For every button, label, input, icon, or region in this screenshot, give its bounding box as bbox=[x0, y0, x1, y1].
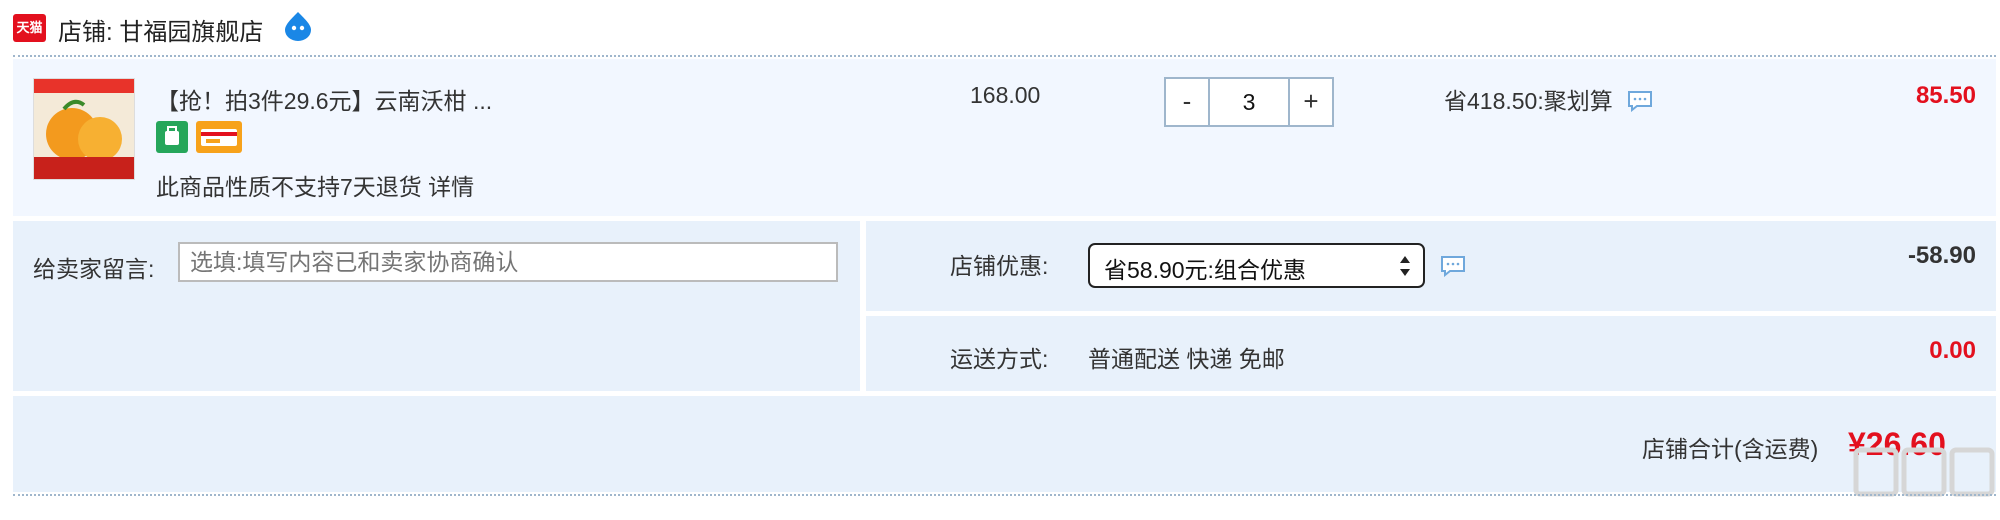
tmall-logo: 天猫 bbox=[13, 14, 46, 42]
quantity-stepper[interactable]: - 3 + bbox=[1164, 77, 1334, 127]
shop-total-label: 店铺合计(含运费) bbox=[1642, 436, 1819, 462]
shop-discount-label: 店铺优惠: bbox=[950, 253, 1049, 279]
product-thumbnail[interactable] bbox=[33, 78, 135, 180]
return-policy-notice[interactable]: 此商品性质不支持7天退货 详情 bbox=[156, 168, 474, 202]
unit-price: 168.00 bbox=[970, 82, 1041, 108]
header-divider bbox=[13, 55, 1996, 57]
item-subtotal: 85.50 bbox=[1915, 82, 1976, 109]
quantity-increase-button[interactable]: + bbox=[1290, 79, 1332, 125]
watermark-icon bbox=[1853, 447, 1995, 497]
seller-message-input[interactable] bbox=[178, 242, 838, 282]
quantity-input[interactable]: 3 bbox=[1208, 79, 1290, 125]
shipping-method-value: 普通配送 快递 免邮 bbox=[1088, 346, 1285, 372]
quantity-decrease-button[interactable]: - bbox=[1166, 79, 1208, 125]
shop-name[interactable]: 店铺: 甘福园旗舰店 bbox=[58, 12, 263, 47]
chat-bubble-icon[interactable] bbox=[1627, 90, 1653, 113]
footer-divider bbox=[13, 494, 1996, 496]
seller-message-label: 给卖家留言: bbox=[33, 256, 155, 282]
shipping-fee: 0.00 bbox=[1929, 337, 1976, 364]
credit-card-badge-icon[interactable] bbox=[196, 121, 242, 153]
shipping-method-label: 运送方式: bbox=[950, 346, 1049, 372]
service-badge-icon[interactable] bbox=[156, 121, 188, 153]
shop-discount-select[interactable]: 省58.90元:组合优惠 bbox=[1088, 243, 1425, 288]
savings-label: 省418.50:聚划算 bbox=[1444, 88, 1613, 114]
select-arrows-icon bbox=[1400, 256, 1410, 276]
wangwang-icon[interactable] bbox=[282, 10, 314, 42]
product-title-link[interactable]: 【抢！拍3件29.6元】云南沃柑 ... bbox=[156, 82, 492, 116]
juhuasuan-savings: 省418.50:聚划算 bbox=[1444, 82, 1653, 116]
shop-discount-selected: 省58.90元:组合优惠 bbox=[1104, 257, 1306, 283]
shop-discount-amount: -58.90 bbox=[1907, 242, 1976, 269]
product-image bbox=[34, 79, 134, 179]
chat-bubble-icon[interactable] bbox=[1440, 255, 1466, 277]
